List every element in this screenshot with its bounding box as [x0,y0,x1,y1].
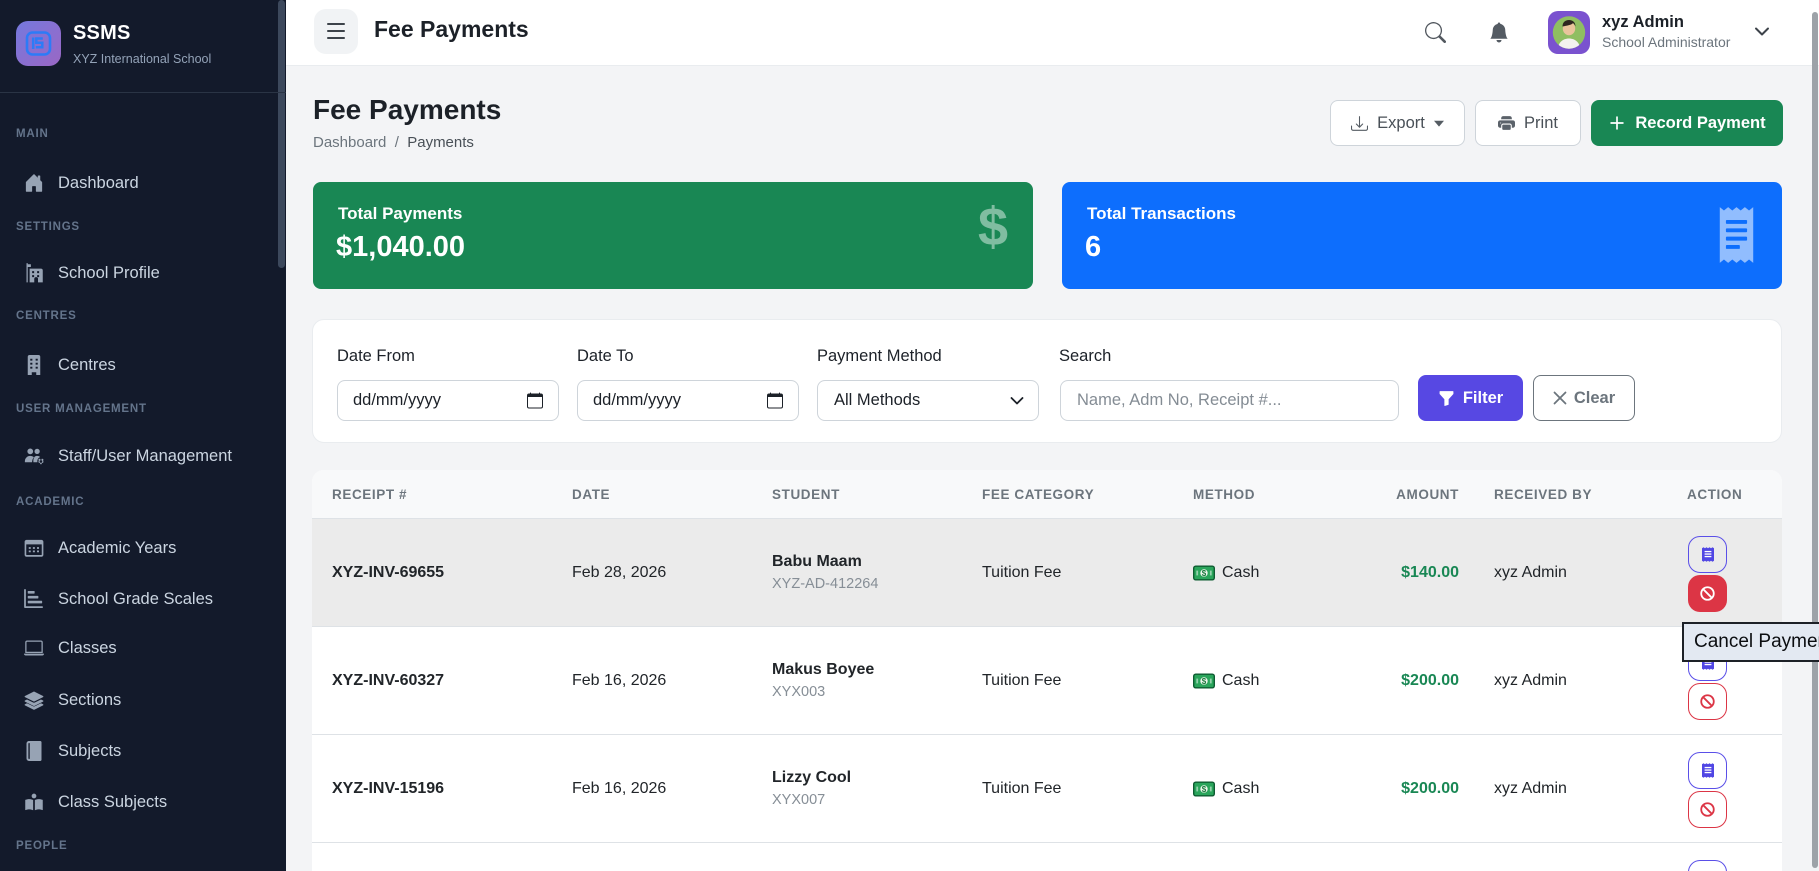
svg-text:$: $ [1202,676,1207,685]
svg-text:$: $ [1202,784,1207,793]
svg-text:$: $ [1202,568,1207,577]
